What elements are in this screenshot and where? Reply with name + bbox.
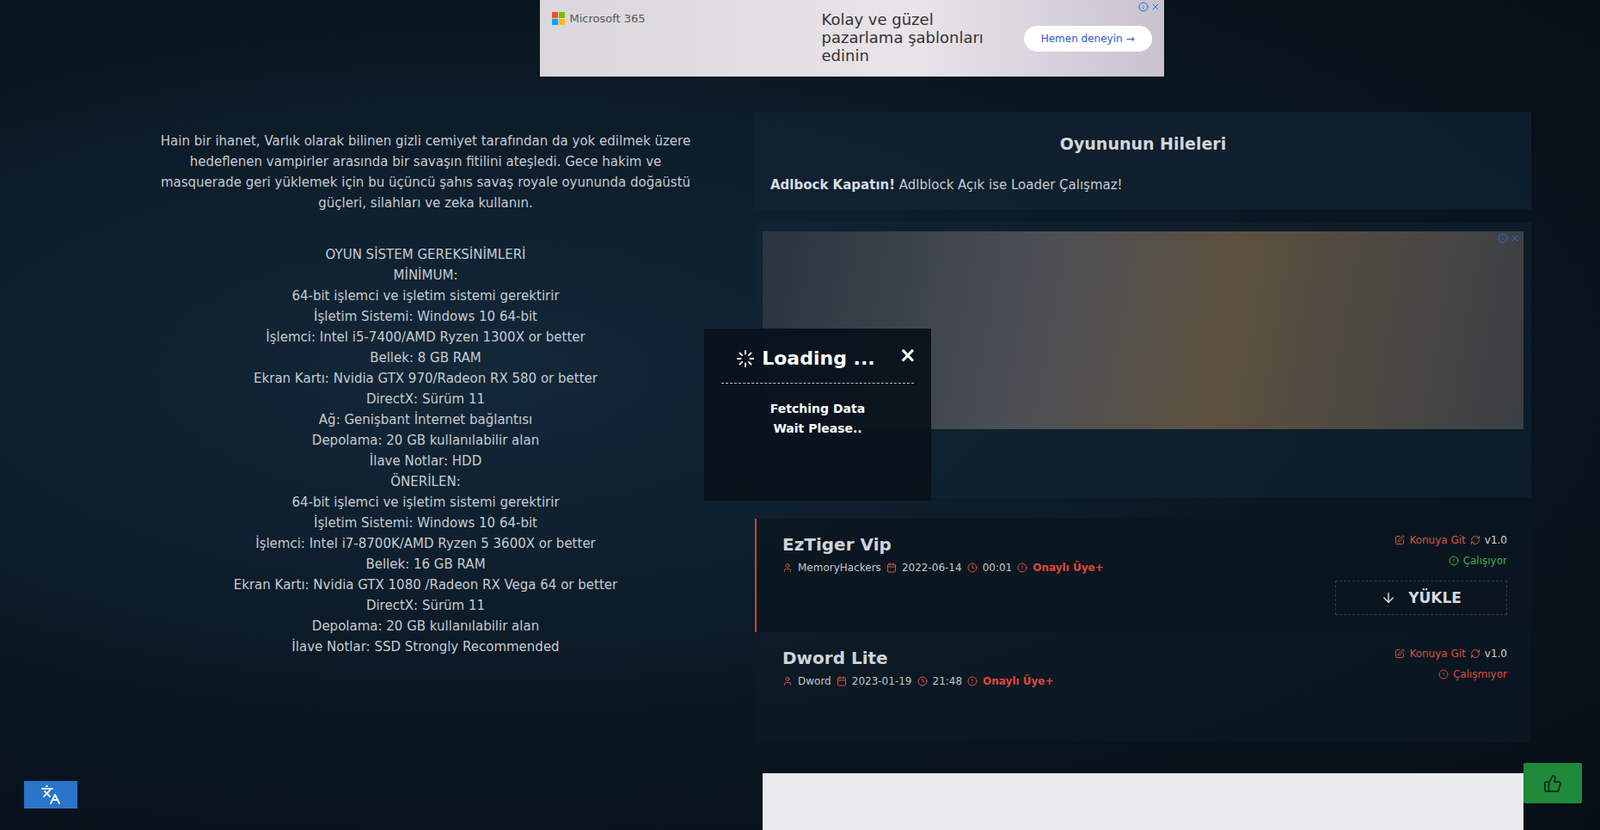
- requirement-line: İlave Notlar: SSD Strongly Recommended: [128, 636, 723, 657]
- close-button[interactable]: ×: [899, 343, 917, 368]
- loading-title: Loading ...×: [735, 347, 917, 369]
- ad-cta[interactable]: Hemen deneyin →: [1023, 25, 1153, 52]
- page: Microsoft 365 Kolay ve güzel pazarlama şa…: [0, 0, 1600, 830]
- status-icon: [1438, 668, 1449, 680]
- edit-icon[interactable]: [1394, 648, 1405, 659]
- clock-icon: [967, 562, 978, 573]
- requirement-line: 64-bit işlemci ve işletim sistemi gerekt…: [128, 491, 723, 513]
- clock-icon: [917, 675, 928, 687]
- requirements-group: MİNİMUM:64-bit işlemci ve işletim sistem…: [128, 264, 723, 472]
- calendar-icon: [836, 675, 847, 687]
- cheat-meta: Dword2023-01-1921:48Onaylı Üye+: [782, 674, 1055, 687]
- translate-icon: [40, 784, 62, 805]
- loading-modal: Loading ...× Fetching DataWait Please..: [704, 328, 932, 501]
- panel-title: Oyununun Hileleri: [770, 134, 1516, 154]
- requirements-group: ÖNERİLEN:64-bit işlemci ve işletim siste…: [128, 471, 723, 657]
- info-icon[interactable]: [1138, 1, 1149, 13]
- calendar-icon: [886, 562, 897, 573]
- user-icon: [782, 562, 793, 573]
- alert-icon: [967, 675, 978, 687]
- requirements-title: OYUN SİSTEM GEREKSİNİMLERİ: [128, 244, 723, 265]
- group-title: ÖNERİLEN:: [128, 471, 723, 492]
- requirement-line: İlave Notlar: HDD: [128, 450, 723, 472]
- cheat-card: Dword Lite Dword2023-01-1921:48Onaylı Üye…: [754, 631, 1532, 742]
- bottom-ad[interactable]: [762, 772, 1524, 830]
- microsoft-logo-icon: [551, 12, 565, 25]
- adblock-notice: Adlbock Kapatın! Adlblock Açık ise Loade…: [770, 177, 1516, 193]
- card-head: Dword Lite Dword2023-01-1921:48Onaylı Üye…: [782, 647, 1508, 687]
- card-head: EzTiger Vip MemoryHackers2022-06-1400:01O…: [782, 533, 1508, 574]
- ad-text: Kolay ve güzel pazarlama şablonları edin…: [821, 11, 994, 65]
- requirement-line: İşletim Sistemi: Windows 10 64-bit: [128, 512, 723, 534]
- topic-link[interactable]: Konuya Git: [1409, 533, 1466, 546]
- requirement-line: İşletim Sistemi: Windows 10 64-bit: [128, 306, 723, 327]
- close-icon[interactable]: [1150, 1, 1161, 13]
- requirement-line: Ağ: Genişbant İnternet bağlantısı: [128, 409, 723, 430]
- group-title: MİNİMUM:: [128, 264, 723, 286]
- loading-line: Fetching Data: [770, 398, 865, 419]
- top-ad[interactable]: Microsoft 365 Kolay ve güzel pazarlama şa…: [539, 0, 1165, 77]
- topic-link[interactable]: Konuya Git: [1409, 647, 1466, 660]
- requirement-line: Depolama: 20 GB kullanılabilir alan: [128, 615, 723, 637]
- status: Çalışmıyor: [1438, 668, 1508, 681]
- requirement-line: Depolama: 20 GB kullanılabilir alan: [128, 429, 723, 451]
- ad-badge[interactable]: [1497, 232, 1521, 244]
- cheat-list: EzTiger Vip MemoryHackers2022-06-1400:01O…: [754, 518, 1532, 742]
- edit-icon[interactable]: [1394, 534, 1405, 546]
- refresh-icon: [1470, 534, 1481, 546]
- requirement-line: 64-bit işlemci ve işletim sistemi gerekt…: [128, 285, 723, 307]
- loading-line: Wait Please..: [772, 418, 862, 439]
- refresh-icon: [1470, 648, 1481, 659]
- version: v1.0: [1484, 647, 1508, 660]
- card-links: Konuya Git v1.0: [1394, 647, 1508, 660]
- close-icon[interactable]: [1509, 232, 1521, 244]
- load-button[interactable]: YÜKLE: [1335, 580, 1508, 615]
- requirement-line: İşlemci: Intel i7-8700K/AMD Ryzen 5 3600…: [128, 533, 723, 554]
- requirement-line: İşlemci: Intel i5-7400/AMD Ryzen 1300X o…: [128, 326, 723, 348]
- ad-badge[interactable]: [1138, 1, 1161, 13]
- separator: [721, 382, 914, 384]
- requirement-line: Ekran Kartı: Nvidia GTX 1080 /Radeon RX …: [128, 574, 723, 595]
- thumbs-up-icon: [1543, 773, 1563, 793]
- description: Hain bir ihanet, Varlık olarak bilinen g…: [150, 130, 701, 214]
- version: v1.0: [1484, 533, 1508, 546]
- alert-icon: [1017, 562, 1028, 573]
- panel-header: Oyununun Hileleri Adlbock Kapatın! Adlblo…: [754, 111, 1532, 210]
- requirement-line: Bellek: 8 GB RAM: [128, 347, 723, 368]
- cheat-meta: MemoryHackers2022-06-1400:01Onaylı Üye+: [782, 561, 1104, 574]
- requirement-line: Bellek: 16 GB RAM: [128, 553, 723, 575]
- user-icon: [782, 675, 793, 687]
- ad-brand: Microsoft 365: [551, 12, 673, 25]
- status: Çalışıyor: [1448, 554, 1508, 567]
- arrow-down-icon: [1380, 589, 1397, 606]
- requirement-line: Ekran Kartı: Nvidia GTX 970/Radeon RX 58…: [128, 367, 723, 389]
- cheat-name: Dword Lite: [782, 647, 1055, 669]
- like-button[interactable]: [1523, 762, 1582, 804]
- translate-button[interactable]: [24, 780, 78, 809]
- game-info: Hain bir ihanet, Varlık olarak bilinen g…: [128, 111, 723, 830]
- requirement-line: DirectX: Sürüm 11: [128, 594, 723, 616]
- cheat-name: EzTiger Vip: [782, 533, 1104, 555]
- status-icon: [1448, 555, 1460, 566]
- info-icon[interactable]: [1497, 232, 1509, 244]
- ad-row: Microsoft 365 Kolay ve güzel pazarlama şa…: [128, 0, 1532, 77]
- spinner-icon: [735, 349, 755, 368]
- card-links: Konuya Git v1.0: [1394, 533, 1508, 546]
- card-side: Konuya Git v1.0 Çalışmıyor: [1394, 647, 1508, 681]
- cheat-card: EzTiger Vip MemoryHackers2022-06-1400:01O…: [754, 518, 1532, 632]
- card-side: Konuya Git v1.0 Çalışıyor: [1394, 533, 1508, 567]
- requirement-line: DirectX: Sürüm 11: [128, 388, 723, 410]
